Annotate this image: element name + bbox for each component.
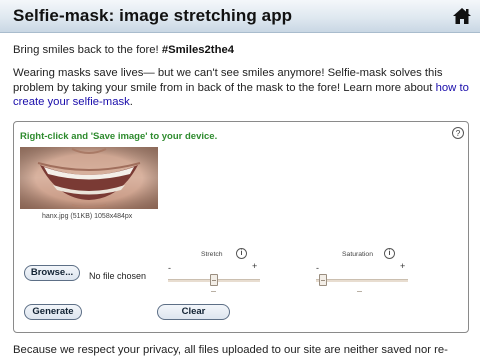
app-title: Selfie-mask: image stretching app bbox=[13, 6, 293, 25]
stretch-plus: + bbox=[252, 261, 258, 271]
stretch-thumb[interactable] bbox=[210, 274, 218, 286]
saturation-minus: - bbox=[316, 263, 319, 273]
stretch-tick bbox=[211, 291, 216, 292]
saturation-track[interactable] bbox=[316, 279, 408, 282]
saturation-label: Saturation bbox=[342, 251, 373, 258]
file-status: No file chosen bbox=[89, 271, 147, 281]
generate-button[interactable]: Generate bbox=[24, 304, 82, 320]
description-paragraph: Wearing masks save lives— but we can't s… bbox=[13, 66, 473, 110]
home-icon[interactable] bbox=[452, 6, 472, 26]
saturation-thumb[interactable] bbox=[318, 274, 327, 286]
stretch-minus: - bbox=[168, 263, 171, 273]
saturation-tick bbox=[357, 291, 362, 292]
saturation-plus: + bbox=[400, 261, 406, 271]
saturation-info-icon[interactable]: i bbox=[384, 248, 395, 259]
save-instruction: Right-click and 'Save image' to your dev… bbox=[20, 131, 218, 142]
hashtag: #Smiles2the4 bbox=[161, 44, 235, 56]
intro-line: Bring smiles back to the fore! #Smiles2t… bbox=[13, 43, 468, 58]
smile-preview-image[interactable] bbox=[20, 147, 158, 209]
privacy-notice: Because we respect your privacy, all fil… bbox=[13, 344, 448, 356]
description-text: Wearing masks save lives— but we can't s… bbox=[13, 67, 443, 94]
browse-button[interactable]: Browse... bbox=[24, 265, 80, 281]
stretch-label: Stretch bbox=[201, 251, 223, 258]
description-end: . bbox=[129, 96, 133, 108]
help-icon[interactable]: ? bbox=[452, 127, 464, 139]
editor-panel: Right-click and 'Save image' to your dev… bbox=[13, 121, 469, 333]
clear-button[interactable]: Clear bbox=[157, 304, 230, 320]
image-caption: hanx.jpg (51KB) 1058x484px bbox=[42, 213, 133, 220]
stretch-info-icon[interactable]: i bbox=[236, 248, 247, 259]
app-header: Selfie-mask: image stretching app bbox=[0, 0, 480, 33]
intro-lead: Bring smiles back to the fore! bbox=[13, 44, 162, 56]
